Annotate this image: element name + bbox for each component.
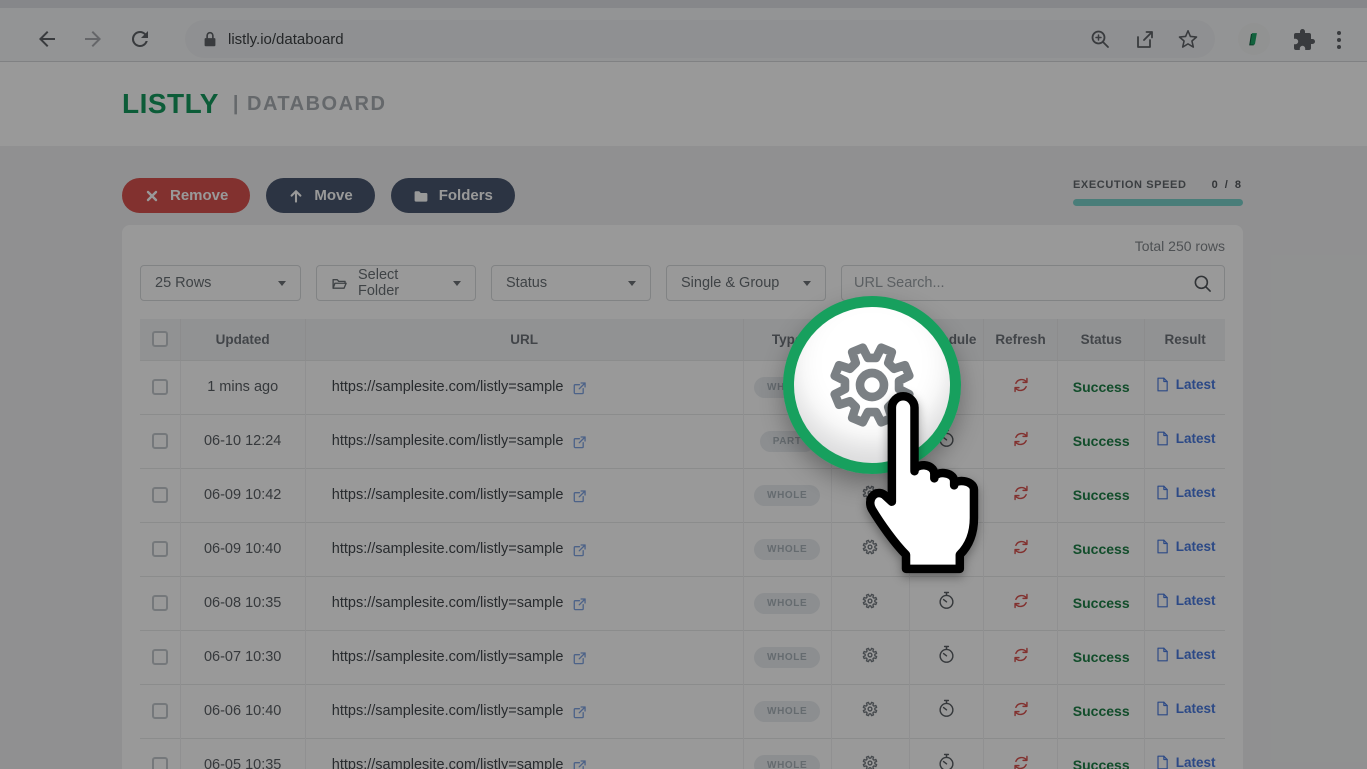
hand-cursor-icon <box>852 392 994 576</box>
dim-overlay <box>0 0 1367 769</box>
